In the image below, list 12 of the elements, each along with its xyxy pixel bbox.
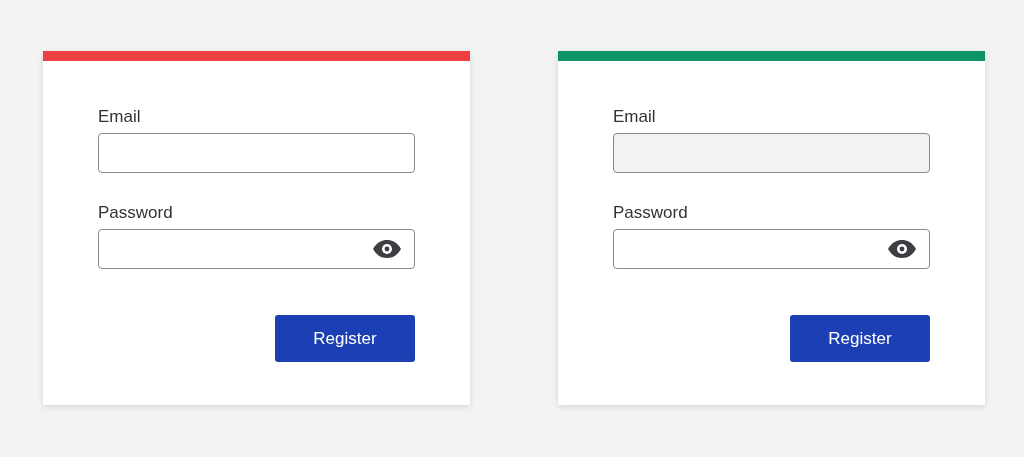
eye-icon[interactable] bbox=[887, 240, 917, 258]
register-button[interactable]: Register bbox=[275, 315, 415, 362]
email-field[interactable] bbox=[98, 133, 415, 173]
register-button[interactable]: Register bbox=[790, 315, 930, 362]
eye-icon[interactable] bbox=[372, 240, 402, 258]
password-field[interactable] bbox=[613, 229, 930, 269]
field-label: Password bbox=[613, 203, 689, 223]
field-label: Email bbox=[613, 107, 657, 127]
field-label: Email bbox=[98, 107, 142, 127]
email-field[interactable] bbox=[613, 133, 930, 173]
password-field[interactable] bbox=[98, 229, 415, 269]
field-label: Password bbox=[98, 203, 174, 223]
